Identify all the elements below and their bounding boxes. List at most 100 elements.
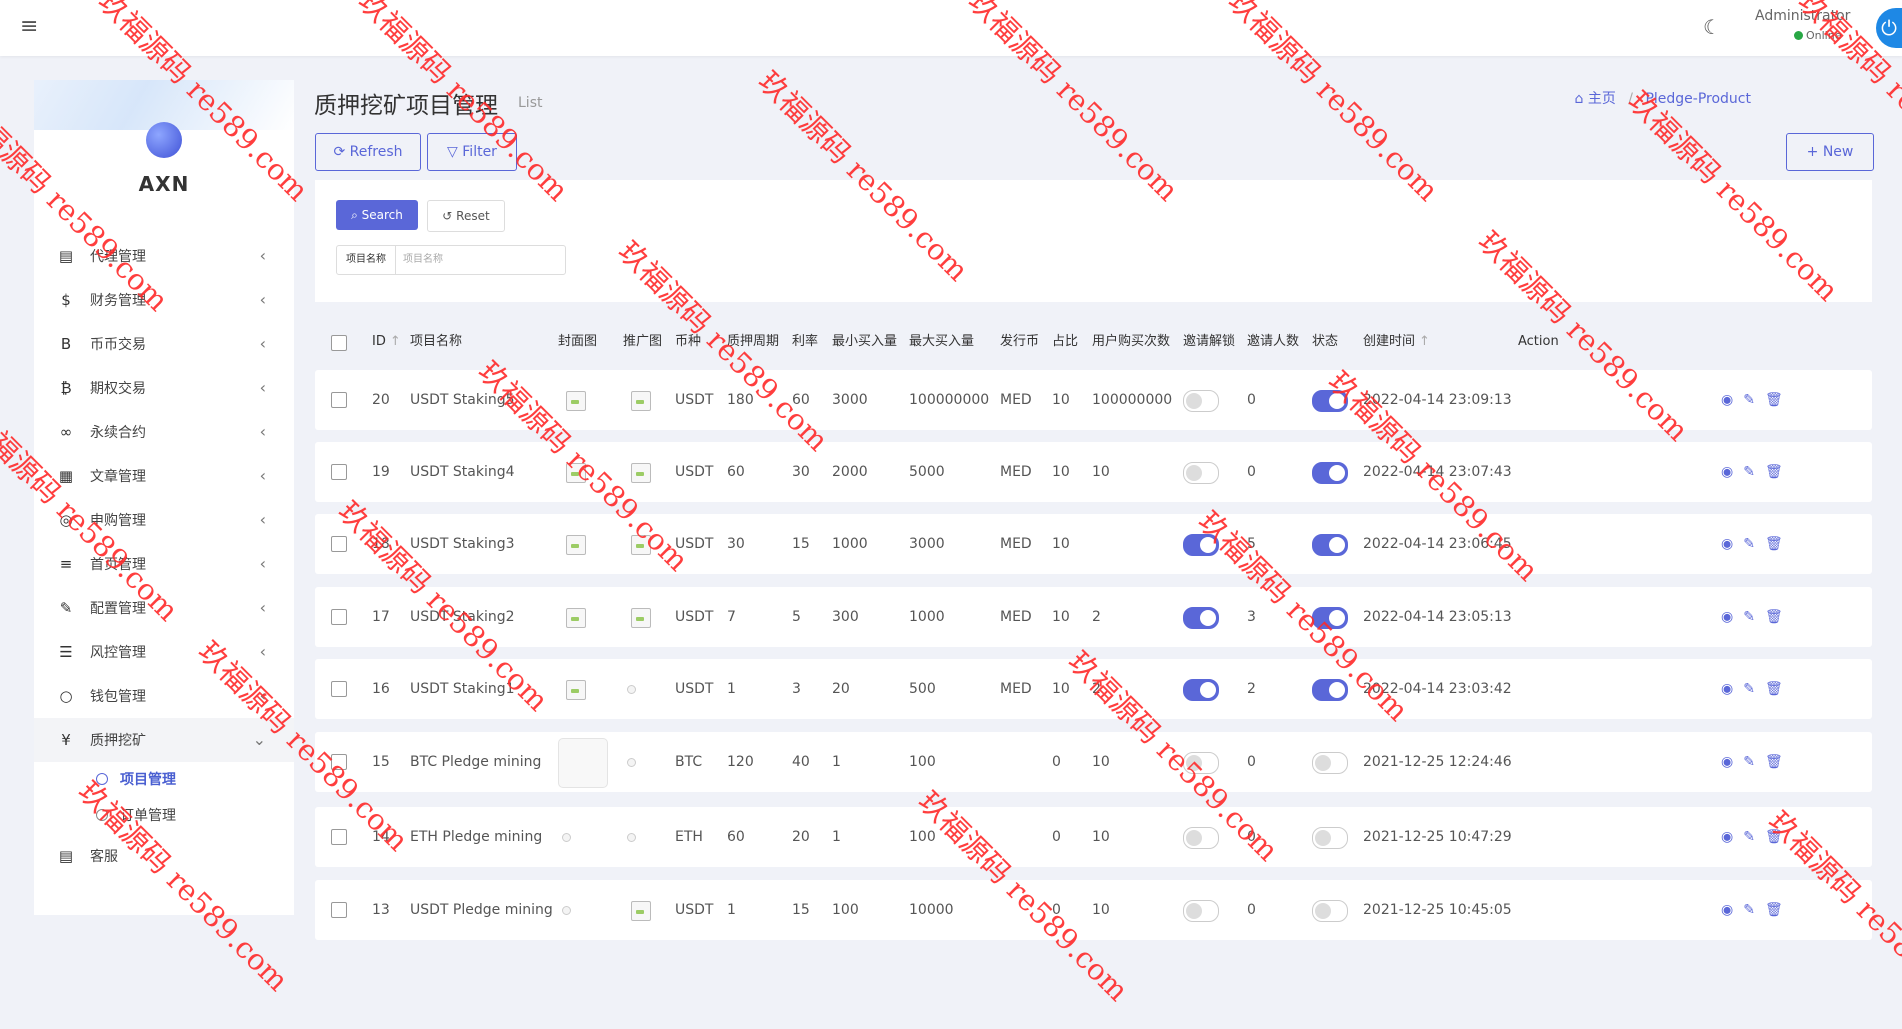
status-toggle[interactable] [1312,752,1348,774]
cover-image-thumb[interactable] [558,738,608,788]
select-all-checkbox[interactable] [331,335,347,351]
sidebar-item-9[interactable]: ☰ 风控管理 ‹ [34,630,294,674]
column-header-0[interactable]: ID ↑ [372,322,401,362]
promo-image-thumb[interactable] [631,463,651,483]
reset-button[interactable]: ↺ Reset [427,200,505,232]
row-checkbox[interactable] [331,902,347,918]
cover-image-thumb[interactable] [566,608,586,628]
sidebar-item-6[interactable]: ◎ 申购管理 ‹ [34,498,294,542]
sidebar-item-support[interactable]: ▤ 客服 [34,834,294,878]
promo-image-thumb[interactable] [631,535,651,555]
sidebar-item-5[interactable]: ▦ 文章管理 ‹ [34,454,294,498]
status-toggle[interactable] [1312,607,1348,629]
trash-icon[interactable]: 🗑 [1765,392,1783,408]
pencil-icon[interactable]: ✎ [1743,609,1755,625]
project-name-input[interactable]: 项目名称 [403,246,443,274]
table-row[interactable]: 14 ETH Pledge mining ETH 60 20 1 100 0 10 0 2021-1… [315,807,1872,867]
cover-image-thumb[interactable] [566,391,586,411]
eye-icon[interactable]: ◉ [1721,902,1733,918]
table-row[interactable]: 20 USDT Staking5 USDT 180 60 3000 100000000 MED… [315,370,1872,430]
promo-image-thumb[interactable] [631,391,651,411]
invite-unlock-toggle[interactable] [1183,827,1219,849]
sidebar-item-8[interactable]: ✎ 配置管理 ‹ [34,586,294,630]
sidebar-item-0[interactable]: ▤ 代理管理 ‹ [34,234,294,278]
new-button[interactable]: + New [1786,133,1874,171]
status-toggle[interactable] [1312,534,1348,556]
eye-icon[interactable]: ◉ [1721,609,1733,625]
status-toggle[interactable] [1312,900,1348,922]
table-row[interactable]: 13 USDT Pledge mining USDT 1 15 100 10000 0 10 0 2… [315,880,1872,940]
invite-unlock-toggle[interactable] [1183,390,1219,412]
eye-icon[interactable]: ◉ [1721,829,1733,845]
invite-unlock-toggle[interactable] [1183,607,1219,629]
sidebar-item-3[interactable]: ₿ 期权交易 ‹ [34,366,294,410]
status-toggle[interactable] [1312,679,1348,701]
invite-unlock-toggle[interactable] [1183,900,1219,922]
trash-icon[interactable]: 🗑 [1765,681,1783,697]
trash-icon[interactable]: 🗑 [1765,902,1783,918]
pencil-icon[interactable]: ✎ [1743,681,1755,697]
table-row[interactable]: 19 USDT Staking4 USDT 60 30 2000 5000 MED 10 10 0 2… [315,442,1872,502]
table-row[interactable]: 18 USDT Staking3 USDT 30 15 1000 3000 MED 10 5 202… [315,514,1872,574]
eye-icon[interactable]: ◉ [1721,536,1733,552]
sidebar-item-7[interactable]: ≡ 首页管理 ‹ [34,542,294,586]
submenu-item-1[interactable]: 订单管理 [34,798,294,834]
refresh-button[interactable]: ⟳ Refresh [315,133,421,171]
table-row[interactable]: 15 BTC Pledge mining BTC 120 40 1 100 0 10 0 2021-… [315,732,1872,792]
status-toggle[interactable] [1312,390,1348,412]
cover-image-thumb[interactable] [566,535,586,555]
invite-unlock-toggle[interactable] [1183,462,1219,484]
pencil-icon[interactable]: ✎ [1743,754,1755,770]
trash-icon[interactable]: 🗑 [1765,464,1783,480]
user-name[interactable]: Administrator [1755,8,1850,24]
row-checkbox[interactable] [331,681,347,697]
eye-icon[interactable]: ◉ [1721,754,1733,770]
sidebar-item-11[interactable]: ¥ 质押挖矿 ⌄ [34,718,294,762]
column-header-15[interactable]: 创建时间 ↑ [1363,322,1430,362]
trash-icon[interactable]: 🗑 [1765,754,1783,770]
trash-icon[interactable]: 🗑 [1765,609,1783,625]
pencil-icon[interactable]: ✎ [1743,536,1755,552]
row-checkbox[interactable] [331,829,347,845]
status-toggle[interactable] [1312,462,1348,484]
sidebar-item-1[interactable]: $ 财务管理 ‹ [34,278,294,322]
sort-arrow-up-icon[interactable]: ↑ [390,334,401,349]
promo-image-thumb[interactable] [631,901,651,921]
row-checkbox[interactable] [331,609,347,625]
table-row[interactable]: 16 USDT Staking1 USDT 1 3 20 500 MED 10 2 2 2022-04… [315,659,1872,719]
hamburger-icon[interactable]: ≡ [20,14,38,39]
sidebar-item-4[interactable]: ∞ 永续合约 ‹ [34,410,294,454]
cover-image-thumb[interactable] [566,463,586,483]
row-checkbox[interactable] [331,464,347,480]
eye-icon[interactable]: ◉ [1721,392,1733,408]
filter-button[interactable]: ▽ Filter [427,133,517,171]
pencil-icon[interactable]: ✎ [1743,392,1755,408]
breadcrumb-home[interactable]: 主页 [1588,91,1616,107]
eye-icon[interactable]: ◉ [1721,681,1733,697]
sort-arrow-up-icon[interactable]: ↑ [1419,334,1430,349]
pencil-icon[interactable]: ✎ [1743,829,1755,845]
power-icon[interactable]: ⏻ [1876,8,1902,48]
pencil-icon[interactable]: ✎ [1743,464,1755,480]
sidebar-item-2[interactable]: B 币币交易 ‹ [34,322,294,366]
trash-icon[interactable]: 🗑 [1765,829,1783,845]
trash-icon[interactable]: 🗑 [1765,536,1783,552]
row-checkbox[interactable] [331,536,347,552]
moon-icon[interactable]: ☾ [1703,15,1721,39]
status-toggle[interactable] [1312,827,1348,849]
sidebar-item-10[interactable]: ○ 钱包管理 ‹ [34,674,294,718]
invite-unlock-toggle[interactable] [1183,534,1219,556]
table-row[interactable]: 17 USDT Staking2 USDT 7 5 300 1000 MED 10 2 3 2022-… [315,587,1872,647]
pencil-icon[interactable]: ✎ [1743,902,1755,918]
invite-unlock-toggle[interactable] [1183,679,1219,701]
invite-unlock-toggle[interactable] [1183,752,1219,774]
promo-image-thumb[interactable] [631,608,651,628]
eye-icon[interactable]: ◉ [1721,464,1733,480]
cover-image-thumb[interactable] [566,680,586,700]
id-badge-icon: ▤ [58,847,74,865]
row-checkbox[interactable] [331,392,347,408]
row-checkbox[interactable] [331,754,347,770]
breadcrumb-separator: / [1628,91,1633,107]
search-button[interactable]: ⌕ Search [336,200,418,230]
submenu-item-0[interactable]: 项目管理 [34,762,294,798]
